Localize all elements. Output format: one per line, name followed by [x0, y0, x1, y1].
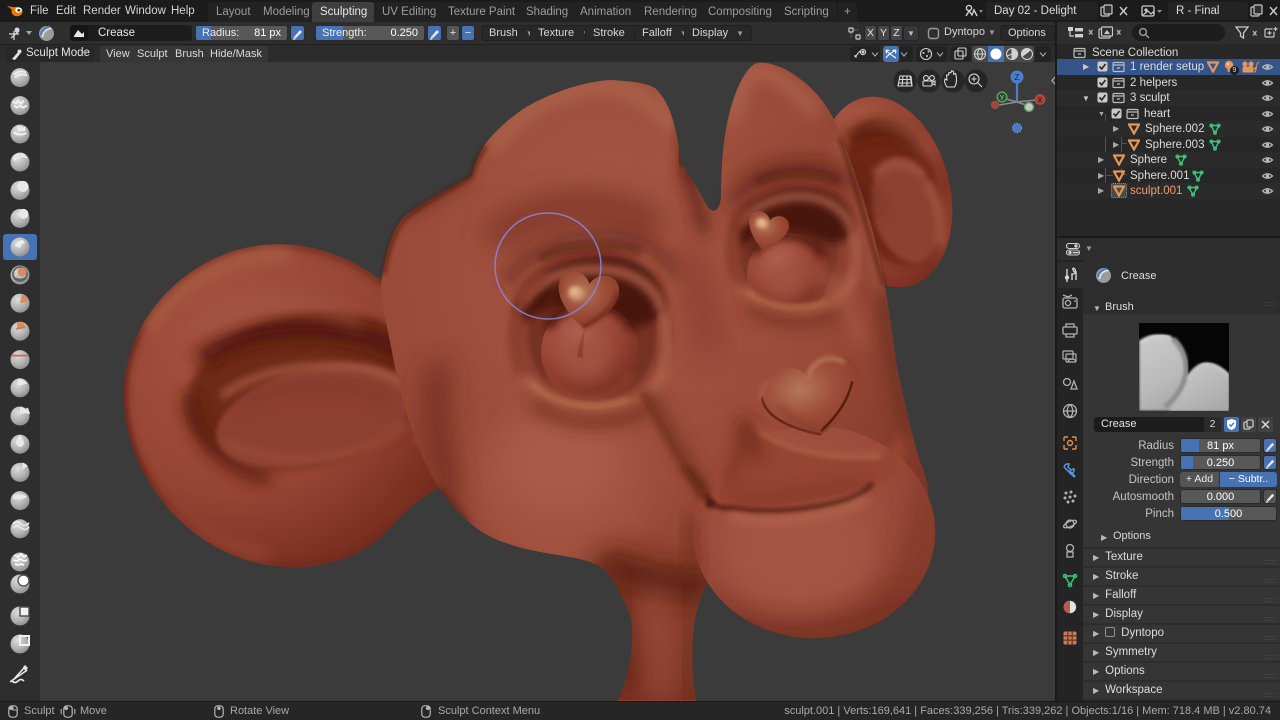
svg-text:Y: Y	[1000, 95, 1005, 102]
svg-text:Z: Z	[1015, 73, 1020, 82]
svg-text:X: X	[1038, 98, 1043, 105]
